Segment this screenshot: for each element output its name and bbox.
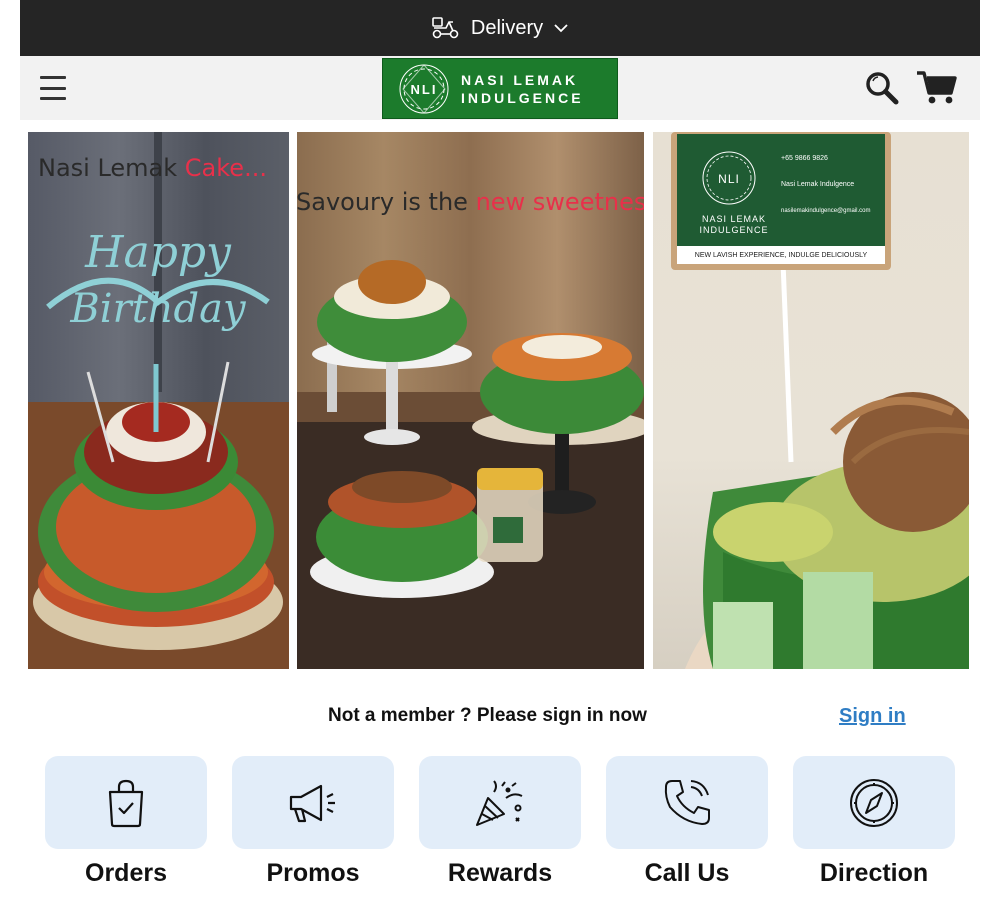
carousel-slide-brand-card[interactable]: NEW LAVISH EXPERIENCE, INDULGE DELICIOUS… — [653, 132, 969, 669]
quick-link-label: Direction — [819, 859, 929, 887]
scooter-icon — [431, 16, 461, 40]
carousel-slide-birthday-cake[interactable]: Happy Birthday Nasi Lemak Cake... — [28, 132, 289, 669]
delivery-label: Delivery — [470, 16, 544, 39]
quick-link-call-us[interactable]: Call Us — [606, 756, 768, 896]
party-popper-icon — [476, 779, 523, 826]
slide-1-caption: Nasi Lemak Cake... — [38, 154, 267, 182]
quick-link-rewards[interactable]: Rewards — [419, 756, 581, 896]
card-logo-mark: NLI — [718, 172, 740, 186]
brand-logo[interactable]: NLI NASI LEMAK INDULGENCE — [382, 58, 618, 119]
logo-line-2: INDULGENCE — [461, 89, 584, 106]
header-bar: NLI NASI LEMAK INDULGENCE — [20, 56, 980, 120]
card-email: nasilemakindulgence@gmail.com — [781, 208, 871, 214]
megaphone-icon — [289, 784, 335, 822]
search-icon[interactable] — [865, 71, 899, 105]
quick-link-orders[interactable]: Orders — [45, 756, 207, 896]
quick-link-label: Promos — [266, 859, 360, 887]
logo-line-1: NASI LEMAK — [461, 71, 579, 88]
card-tagline: NEW LAVISH EXPERIENCE, INDULGE DELICIOUS… — [677, 246, 885, 264]
card-brand-line-2: INDULGENCE — [699, 225, 769, 235]
quick-link-label: Rewards — [447, 859, 553, 887]
card-brand-line-1: NASI LEMAK — [701, 214, 767, 224]
topper-text-line-1: Happy — [84, 227, 232, 278]
call-us-tile[interactable] — [606, 756, 768, 849]
member-prompt: Not a member ? Please sign in now — [328, 705, 647, 726]
chevron-down-icon — [553, 23, 569, 33]
card-logo-icon: NLI — [702, 151, 756, 205]
phone-icon — [664, 779, 710, 825]
card-facebook: Nasi Lemak Indulgence — [781, 181, 855, 188]
hamburger-menu-icon[interactable] — [40, 76, 66, 100]
quick-links: Orders Promos Rewards Call Us Direction — [45, 756, 955, 896]
direction-tile[interactable] — [793, 756, 955, 849]
topper-text-line-2: Birthday — [69, 286, 247, 332]
carousel-slide-savoury-cakes[interactable]: Savoury is the new sweetness... — [297, 132, 644, 669]
orders-tile[interactable] — [45, 756, 207, 849]
slide-2-caption: Savoury is the new sweetness... — [297, 188, 644, 216]
cart-icon[interactable] — [916, 70, 958, 106]
card-phone: +65 9866 9826 — [781, 155, 828, 162]
compass-icon — [850, 778, 898, 827]
logo-mark-text: NLI — [411, 82, 438, 97]
hero-carousel[interactable]: Happy Birthday Nasi Lemak Cake... Savour… — [28, 132, 972, 670]
delivery-selector[interactable]: Delivery — [20, 0, 980, 56]
quick-link-label: Call Us — [644, 859, 730, 887]
shopping-bag-icon — [108, 779, 144, 827]
brand-business-card: NEW LAVISH EXPERIENCE, INDULGE DELICIOUS… — [671, 132, 891, 270]
rewards-tile[interactable] — [419, 756, 581, 849]
quick-link-promos[interactable]: Promos — [232, 756, 394, 896]
quick-link-label: Orders — [85, 859, 167, 887]
promos-tile[interactable] — [232, 756, 394, 849]
sign-in-link[interactable]: Sign in — [839, 705, 906, 728]
app-frame: Delivery NLI NASI LEMAK INDULGENCE Happy… — [20, 0, 980, 901]
quick-link-direction[interactable]: Direction — [793, 756, 955, 896]
logo-mark-icon: NLI — [399, 63, 449, 114]
member-signin-row: Not a member ? Please sign in now Sign i… — [20, 700, 980, 734]
birthday-cake-illustration: Happy Birthday — [28, 132, 289, 669]
